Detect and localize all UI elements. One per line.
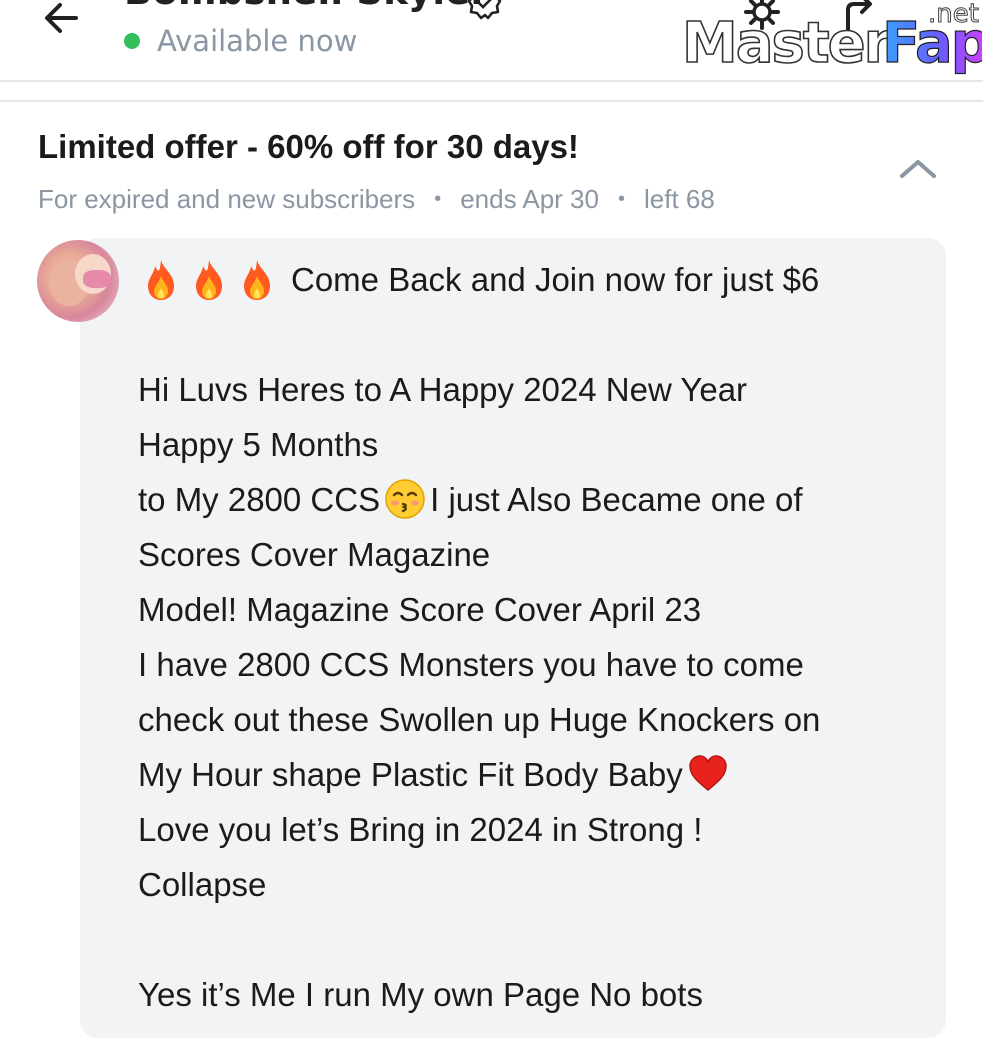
message-line-part: I just Also Became one of (430, 481, 803, 518)
status-text: Available now (157, 24, 358, 58)
verified-icon (468, 0, 502, 20)
offer-meta: For expired and new subscribers • ends A… (38, 184, 715, 215)
message-bubble (80, 238, 946, 1038)
chat-header: Bombshell Skyler Available now Master Fa… (0, 0, 983, 82)
collapse-link[interactable]: Collapse (138, 865, 266, 905)
watermark-logo: Master Fap .net (682, 2, 982, 77)
meta-separator: • (434, 188, 442, 210)
header-divider (0, 100, 983, 102)
red-heart-emoji-icon (688, 755, 727, 792)
message-line: My Hour shape Plastic Fit Body Baby (138, 755, 733, 795)
fire-emoji-icon (244, 260, 270, 300)
offer-end-date: ends Apr 30 (460, 184, 599, 214)
meta-separator: • (617, 188, 625, 210)
message-line: Model! Magazine Score Cover April 23 (138, 591, 702, 628)
fire-emoji-icon (148, 260, 174, 300)
message-line: Hi Luvs Heres to A Happy 2024 New Year (138, 371, 748, 408)
message-line: Yes it’s Me I run My own Page No bots (138, 976, 703, 1013)
offer-remaining: left 68 (644, 184, 715, 214)
fire-emoji-row (140, 258, 284, 302)
message-line: Love you let’s Bring in 2024 in Strong ! (138, 811, 703, 848)
status-row: Available now (124, 24, 357, 58)
message-line: I have 2800 CCS Monsters you have to com… (138, 646, 804, 683)
message-headline: Come Back and Join now for just $6 (291, 261, 820, 298)
message-line: check out these Swollen up Huge Knockers… (138, 701, 821, 738)
fire-emoji-icon (196, 260, 222, 300)
watermark-suffix: .net (928, 2, 979, 29)
avatar[interactable] (37, 240, 119, 322)
message-line-part: My Hour shape Plastic Fit Body Baby (138, 756, 683, 793)
online-status-dot (124, 33, 140, 49)
message-line: Happy 5 Months (138, 426, 379, 463)
message-line-part: to My 2800 CCS (138, 481, 381, 518)
back-button[interactable] (38, 0, 86, 42)
message-line: to My 2800 CCS I just Also Became one of (138, 479, 803, 520)
message-line: Scores Cover Magazine (138, 536, 491, 573)
watermark-master-text: Master (682, 11, 892, 76)
kissing-face-emoji-icon (385, 479, 425, 520)
chevron-up-icon (900, 160, 936, 178)
offer-audience: For expired and new subscribers (38, 184, 416, 214)
offer-title: Limited offer - 60% off for 30 days! (38, 128, 579, 165)
back-arrow-icon (45, 3, 78, 33)
creator-name[interactable]: Bombshell Skyler (124, 0, 489, 13)
collapse-offer-button[interactable] (896, 150, 940, 186)
